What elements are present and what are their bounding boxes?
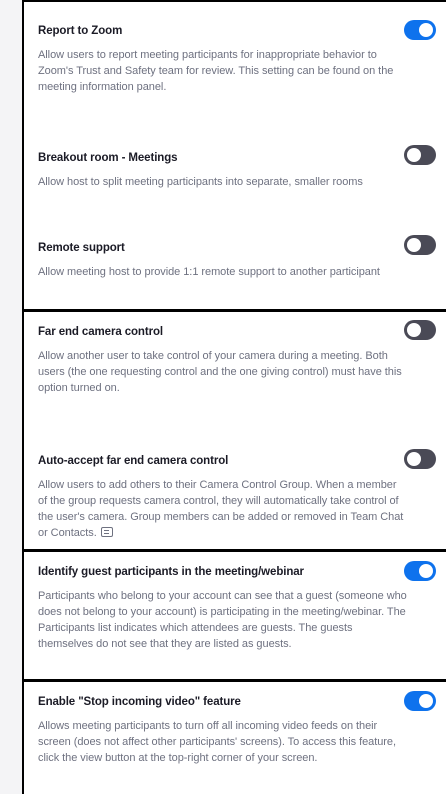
toggle-knob (419, 564, 433, 578)
setting-title: Far end camera control (38, 326, 163, 338)
setting-stop-incoming-video: Enable "Stop incoming video" feature All… (38, 695, 408, 766)
toggle-knob (407, 323, 421, 337)
setting-title: Remote support (38, 242, 125, 254)
setting-far-end-camera-control: Far end camera control Allow another use… (38, 325, 408, 396)
setting-breakout-room: Breakout room - Meetings Allow host to s… (38, 151, 408, 190)
setting-remote-support: Remote support Allow meeting host to pro… (38, 241, 408, 280)
toggle-report-to-zoom[interactable] (404, 20, 436, 40)
setting-description: Allow users to add others to their Camer… (38, 477, 408, 541)
toggle-identify-guest-participants[interactable] (404, 561, 436, 581)
toggle-knob (407, 148, 421, 162)
settings-group-video: Enable "Stop incoming video" feature All… (22, 680, 446, 794)
setting-title: Identify guest participants in the meeti… (38, 566, 304, 578)
setting-auto-accept-camera-control: Auto-accept far end camera control Allow… (38, 454, 408, 541)
left-gutter (0, 0, 22, 794)
toggle-stop-incoming-video[interactable] (404, 691, 436, 711)
settings-group-guests: Identify guest participants in the meeti… (22, 550, 446, 681)
toggle-knob (419, 694, 433, 708)
chat-icon[interactable] (100, 527, 113, 537)
toggle-auto-accept-camera-control[interactable] (404, 449, 436, 469)
toggle-remote-support[interactable] (404, 235, 436, 255)
toggle-breakout-room[interactable] (404, 145, 436, 165)
setting-report-to-zoom: Report to Zoom Allow users to report mee… (38, 24, 408, 95)
toggle-knob (407, 452, 421, 466)
setting-title: Enable "Stop incoming video" feature (38, 696, 241, 708)
setting-description: Allow another user to take control of yo… (38, 350, 402, 394)
setting-description: Participants who belong to your account … (38, 590, 407, 650)
setting-identify-guest-participants: Identify guest participants in the meeti… (38, 565, 408, 652)
setting-description: Allows meeting participants to turn off … (38, 720, 396, 764)
settings-group-meeting: Report to Zoom Allow users to report mee… (22, 0, 446, 311)
toggle-far-end-camera-control[interactable] (404, 320, 436, 340)
toggle-knob (407, 238, 421, 252)
setting-description: Allow meeting host to provide 1:1 remote… (38, 266, 380, 278)
setting-title: Auto-accept far end camera control (38, 455, 229, 467)
setting-description: Allow users to report meeting participan… (38, 49, 394, 93)
setting-title: Breakout room - Meetings (38, 152, 178, 164)
setting-description-text: Allow users to add others to their Camer… (38, 479, 404, 539)
settings-group-camera: Far end camera control Allow another use… (22, 310, 446, 551)
setting-description: Allow host to split meeting participants… (38, 176, 363, 188)
toggle-knob (419, 23, 433, 37)
setting-title: Report to Zoom (38, 25, 123, 37)
